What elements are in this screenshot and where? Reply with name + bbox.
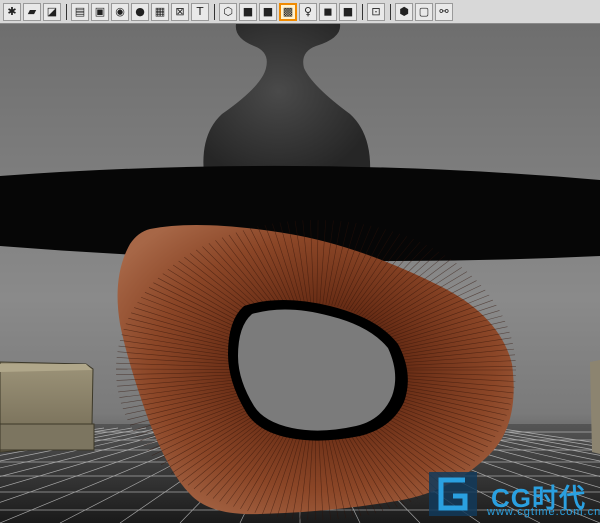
frame-button[interactable]: ▢ bbox=[415, 2, 433, 21]
watermark-logo: CG时代 www.cgtime.com.cn bbox=[425, 468, 600, 523]
toolbar-separator bbox=[211, 2, 217, 22]
image-plane-icon: ⊠ bbox=[175, 5, 185, 18]
toolbar-separator bbox=[387, 2, 393, 22]
cg-logo-icon bbox=[429, 472, 477, 516]
checker-grid-button[interactable]: ▦ bbox=[151, 2, 169, 21]
beige-circle-button[interactable]: ● bbox=[131, 2, 149, 21]
lit-cube-icon: ◼ bbox=[323, 5, 333, 18]
crate-object bbox=[0, 361, 95, 453]
shaded-blue-cube-icon: ■ bbox=[242, 5, 254, 18]
light-bulb-button[interactable]: ♀ bbox=[299, 2, 317, 21]
display-window-button[interactable]: ▣ bbox=[91, 2, 109, 21]
3d-viewport[interactable] bbox=[0, 24, 600, 523]
viewport-toolbar: ✱ ▰ ◪ ▤ ▣ ◉ ● ▦ ⊠ T ⬡ ■ ■ ▩ ♀ ◼ ■ ⊡ ⬢ ▢ ⚯ bbox=[0, 0, 600, 24]
text-icon: T bbox=[196, 5, 204, 18]
wire-cube-icon: ⬡ bbox=[223, 5, 233, 18]
node-link-icon: ⚯ bbox=[439, 5, 449, 18]
resolution-gate-button[interactable]: ⊡ bbox=[367, 2, 385, 21]
frame-icon: ▢ bbox=[418, 5, 430, 18]
textured-cube-icon: ▩ bbox=[282, 5, 294, 18]
grid-layers-icon: ▤ bbox=[74, 5, 86, 18]
watermark-url: www.cgtime.com.cn bbox=[487, 506, 600, 518]
brown-box-button[interactable]: ▰ bbox=[23, 2, 41, 21]
red-cube-button[interactable]: ■ bbox=[339, 2, 357, 21]
shaded-blue-cube-button[interactable]: ■ bbox=[239, 2, 257, 21]
lit-cube-button[interactable]: ◼ bbox=[319, 2, 337, 21]
light-bulb-icon: ♀ bbox=[303, 5, 313, 18]
image-plane-button[interactable]: ⊠ bbox=[171, 2, 189, 21]
wire-cube-button[interactable]: ⬡ bbox=[219, 2, 237, 21]
green-plane-icon: ◪ bbox=[46, 5, 58, 18]
node-link-button[interactable]: ⚯ bbox=[435, 2, 453, 21]
display-window-icon: ▣ bbox=[94, 5, 106, 18]
red-cube-icon: ■ bbox=[342, 5, 354, 18]
blue-sphere-icon: ◉ bbox=[115, 5, 125, 18]
green-plane-button[interactable]: ◪ bbox=[43, 2, 61, 21]
paint-spider-icon: ✱ bbox=[7, 5, 17, 18]
textured-cube-button[interactable]: ▩ bbox=[279, 2, 297, 21]
paint-spider-button[interactable]: ✱ bbox=[3, 2, 21, 21]
viewport-scene bbox=[0, 24, 600, 523]
isolate-cube-icon: ⬢ bbox=[399, 5, 409, 18]
isolate-cube-button[interactable]: ⬢ bbox=[395, 2, 413, 21]
gray-cube-icon: ■ bbox=[262, 5, 274, 18]
brown-box-icon: ▰ bbox=[27, 5, 37, 18]
grid-layers-button[interactable]: ▤ bbox=[71, 2, 89, 21]
blue-sphere-button[interactable]: ◉ bbox=[111, 2, 129, 21]
checker-grid-icon: ▦ bbox=[154, 5, 166, 18]
toolbar-separator bbox=[359, 2, 365, 22]
text-button[interactable]: T bbox=[191, 2, 209, 21]
gray-cube-button[interactable]: ■ bbox=[259, 2, 277, 21]
resolution-gate-icon: ⊡ bbox=[371, 5, 381, 18]
toolbar-separator bbox=[63, 2, 69, 22]
beige-circle-icon: ● bbox=[135, 5, 145, 18]
